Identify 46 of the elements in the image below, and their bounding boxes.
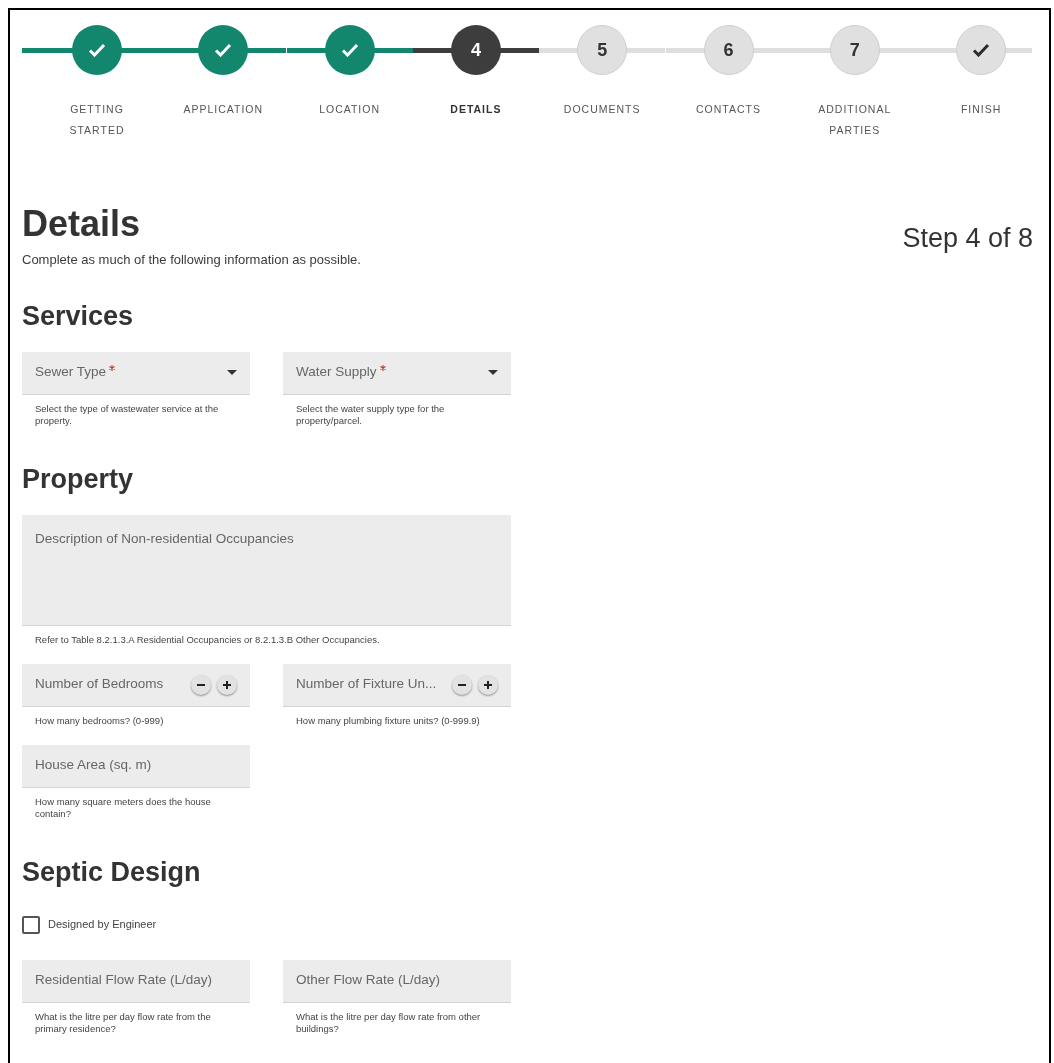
step-label: DETAILS: [449, 102, 503, 117]
plus-icon: [483, 679, 493, 690]
input-field[interactable]: Other Flow Rate (L/day): [283, 959, 511, 1003]
step-label: DOCUMENTS: [562, 102, 642, 117]
number-field[interactable]: Number of Bedrooms: [22, 663, 250, 707]
step-label: LOCATION: [318, 102, 382, 117]
helper-text: Select the water supply type for the property/parcel.: [295, 402, 446, 427]
step-label: ADDITIONAL PARTIES: [817, 102, 893, 138]
checkbox[interactable]: [22, 915, 40, 934]
helper-text: Select the type of wastewater service at the property.: [34, 402, 220, 427]
required-asterisk-icon: [109, 365, 116, 372]
plus-icon: [222, 679, 232, 690]
helper-text: What is the litre per day flow rate from the primary residence?: [34, 1010, 212, 1035]
helper-text: How many plumbing fixture units? (0-999.9): [295, 714, 481, 727]
dropdown-caret-icon: [488, 370, 498, 375]
checkbox-label: Designed by Engineer: [48, 917, 157, 933]
page-title: Details: [22, 204, 142, 244]
step-label: CONTACTS: [695, 102, 762, 117]
dropdown-field[interactable]: Sewer Type: [22, 351, 250, 395]
helper-text: What is the litre per day flow rate from other buildings?: [295, 1010, 482, 1035]
text-area[interactable]: Description of Non-residential Occupancies: [22, 514, 511, 626]
check-icon: [340, 43, 359, 57]
step-label: GETTING STARTED: [68, 102, 126, 138]
section-heading: Services: [22, 299, 135, 332]
page-subtitle: Complete as much of the following information as possible.: [22, 251, 361, 269]
input-field[interactable]: House Area (sq. m): [22, 744, 250, 788]
check-icon: [972, 43, 991, 57]
increment-button[interactable]: [478, 674, 498, 695]
dropdown-caret-icon: [227, 370, 237, 375]
helper-text: How many square meters does the house contain?: [34, 795, 212, 820]
input-field[interactable]: Residential Flow Rate (L/day): [22, 959, 250, 1003]
helper-text: Refer to Table 8.2.1.3.A Residential Occupancies or 8.2.1.3.B Other Occupancies.: [34, 633, 381, 646]
section-heading: Property: [22, 462, 135, 495]
number-field[interactable]: Number of Fixture Un...: [283, 663, 511, 707]
dropdown-field[interactable]: Water Supply: [283, 351, 511, 395]
check-icon: [88, 43, 106, 57]
decrement-button[interactable]: [452, 674, 472, 695]
decrement-button[interactable]: [191, 674, 211, 695]
required-asterisk-icon: [379, 365, 386, 372]
check-icon: [214, 43, 233, 57]
step-indicator: Step 4 of 8: [902, 222, 1033, 255]
helper-text: How many bedrooms? (0-999): [34, 714, 165, 727]
step-label: APPLICATION: [182, 102, 265, 117]
step-label: FINISH: [959, 102, 1003, 117]
increment-button[interactable]: [217, 674, 237, 695]
section-heading: Septic Design: [22, 855, 202, 888]
